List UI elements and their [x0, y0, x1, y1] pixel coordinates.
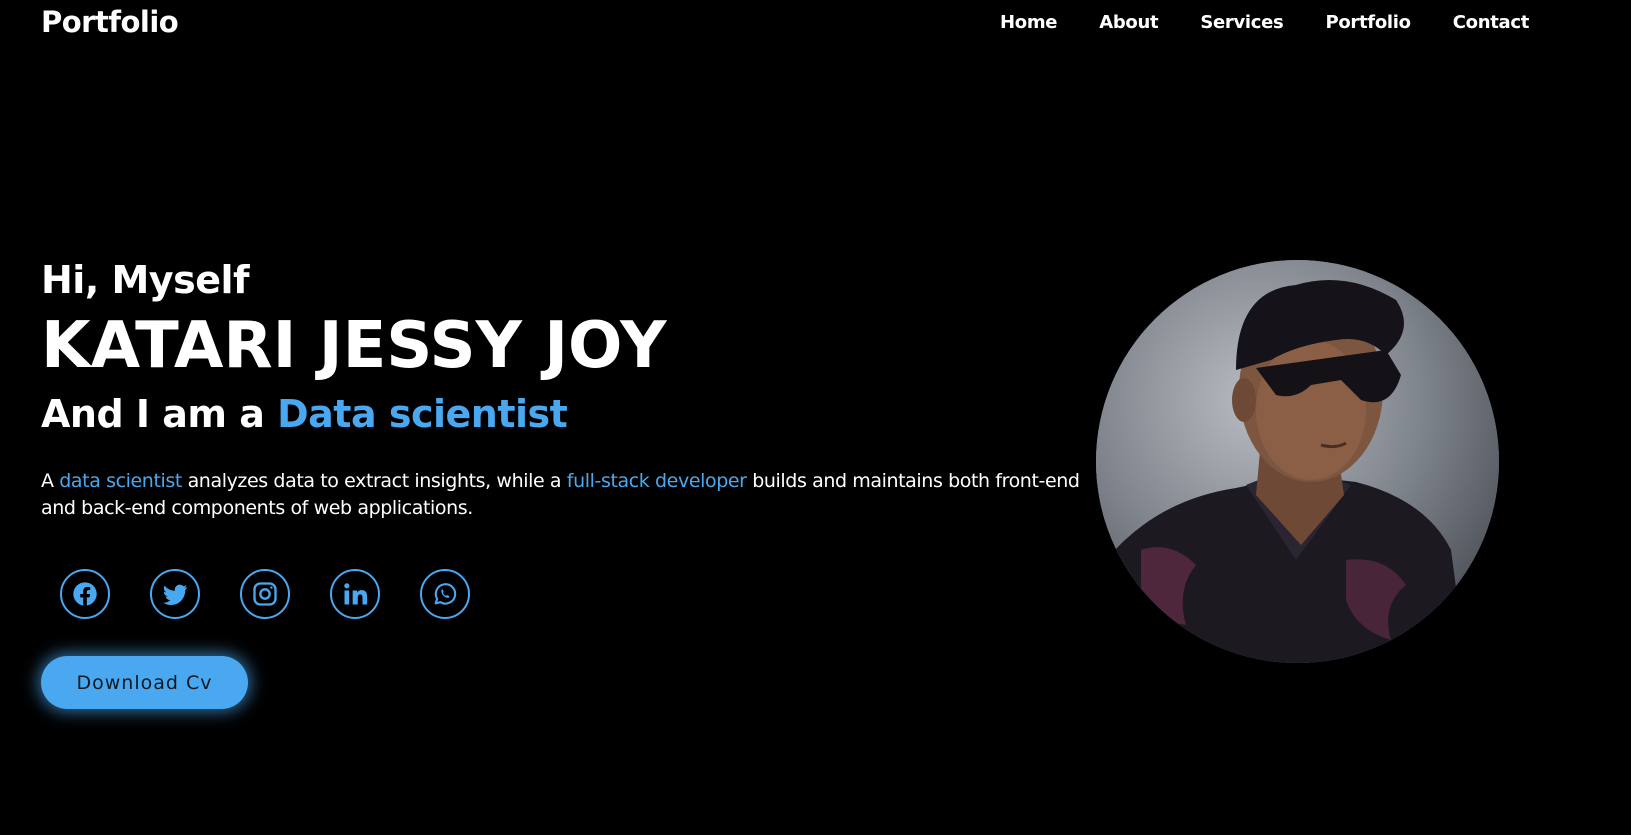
whatsapp-icon: [434, 583, 457, 605]
twitter-icon: [163, 584, 188, 606]
whatsapp-link[interactable]: [420, 569, 470, 619]
desc-highlight-data-scientist: data scientist: [59, 470, 182, 492]
desc-highlight-full-stack: full-stack developer: [566, 470, 747, 492]
facebook-icon: [73, 582, 97, 606]
hero-description: A data scientist analyzes data to extrac…: [41, 468, 1081, 522]
twitter-link[interactable]: [150, 569, 200, 619]
profile-photo: [1096, 260, 1499, 663]
hero-section: Hi, Myself KATARI JESSY JOY And I am a D…: [41, 256, 1081, 522]
instagram-icon: [253, 582, 277, 606]
desc-text-1: A: [41, 470, 54, 492]
person-name: KATARI JESSY JOY: [41, 309, 667, 383]
site-header: Portfolio Home About Services Portfolio …: [0, 0, 1631, 48]
nav-services[interactable]: Services: [1200, 12, 1283, 33]
role-prefix: And I am a: [41, 392, 265, 436]
linkedin-icon: [344, 583, 368, 605]
logo[interactable]: Portfolio: [41, 5, 179, 39]
facebook-link[interactable]: [60, 569, 110, 619]
nav-contact[interactable]: Contact: [1453, 12, 1530, 33]
nav-about[interactable]: About: [1099, 12, 1158, 33]
download-cv-button[interactable]: Download Cv: [41, 656, 248, 709]
role-highlight: Data scientist: [277, 392, 568, 436]
linkedin-link[interactable]: [330, 569, 380, 619]
desc-text-2: analyzes data to extract insights, while…: [187, 470, 562, 492]
greeting: Hi, Myself: [41, 258, 250, 302]
profile-photo-illustration: [1096, 260, 1499, 663]
nav-portfolio[interactable]: Portfolio: [1325, 12, 1411, 33]
role-line: And I am a Data scientist: [41, 388, 1081, 440]
main-nav: Home About Services Portfolio Contact: [1000, 12, 1571, 33]
social-links: [60, 569, 470, 619]
instagram-link[interactable]: [240, 569, 290, 619]
nav-home[interactable]: Home: [1000, 12, 1058, 33]
